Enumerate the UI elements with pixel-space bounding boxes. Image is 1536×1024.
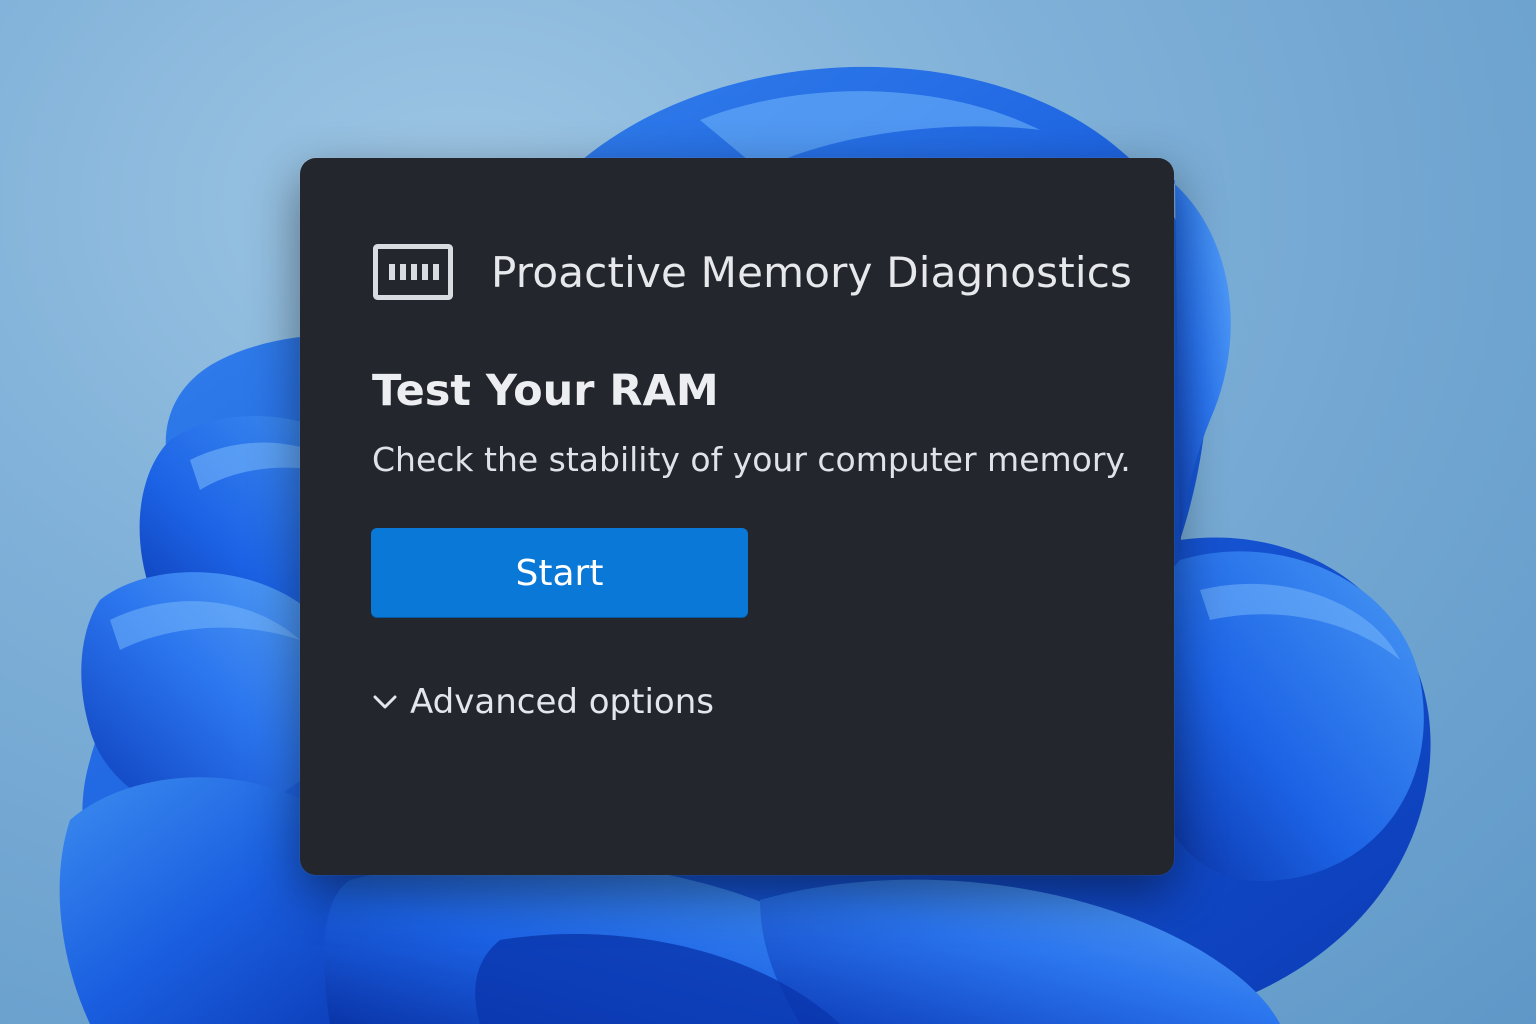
advanced-options-toggle[interactable]: Advanced options (372, 682, 714, 722)
section-title: Test Your RAM (372, 366, 719, 416)
memory-module-icon (373, 244, 453, 300)
dialog-header: Proactive Memory Diagnostics (373, 244, 1132, 300)
start-button-label: Start (515, 552, 604, 594)
start-button[interactable]: Start (371, 528, 748, 618)
advanced-options-label: Advanced options (410, 682, 714, 722)
memory-diagnostics-dialog: Proactive Memory Diagnostics Test Your R… (300, 158, 1174, 875)
chevron-down-icon (373, 695, 397, 709)
dialog-title: Proactive Memory Diagnostics (491, 247, 1133, 297)
section-description: Check the stability of your computer mem… (372, 440, 1131, 479)
